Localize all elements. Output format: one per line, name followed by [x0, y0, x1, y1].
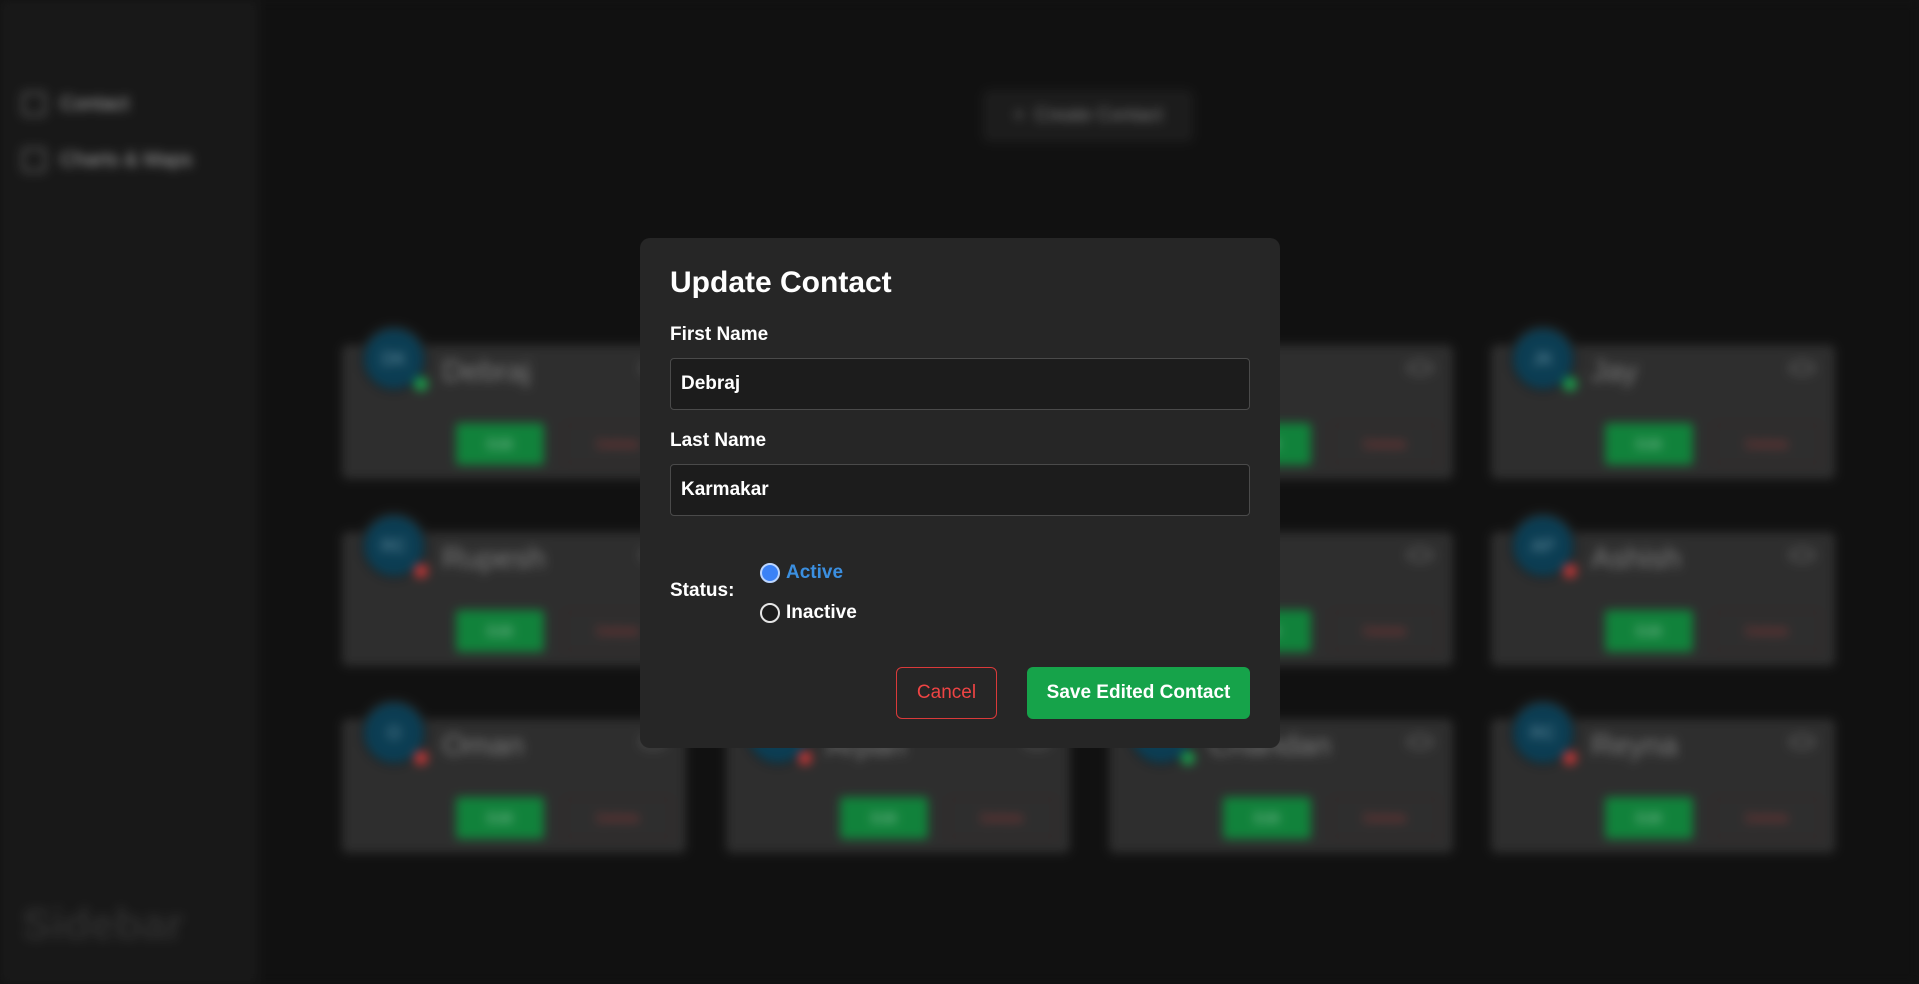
active-radio[interactable] — [760, 563, 780, 583]
inactive-radio-label[interactable]: Inactive — [786, 602, 857, 624]
cancel-button[interactable]: Cancel — [896, 667, 997, 719]
last-name-label: Last Name — [670, 430, 767, 451]
first-name-input[interactable] — [670, 358, 1250, 410]
modal-title: Update Contact — [670, 266, 892, 299]
inactive-radio[interactable] — [760, 603, 780, 623]
last-name-input[interactable] — [670, 464, 1250, 516]
first-name-label: First Name — [670, 324, 769, 345]
save-edited-contact-button[interactable]: Save Edited Contact — [1027, 667, 1250, 719]
status-option-active[interactable]: Active — [760, 562, 843, 584]
active-radio-label[interactable]: Active — [786, 562, 843, 584]
status-label: Status: — [670, 580, 735, 601]
status-group: Status: Active Inactive — [670, 552, 1250, 632]
status-option-inactive[interactable]: Inactive — [760, 602, 857, 624]
update-contact-modal: Update Contact First Name Last Name Stat… — [640, 238, 1280, 748]
